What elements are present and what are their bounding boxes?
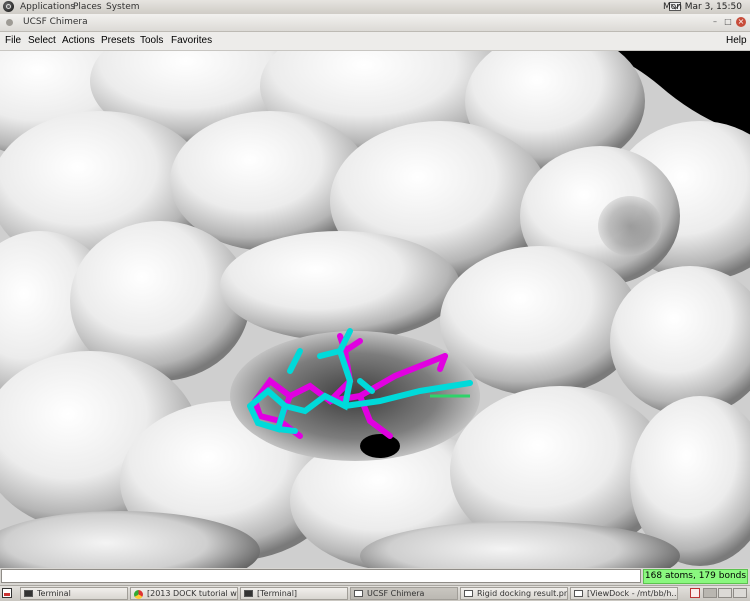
taskbar-item-label: Terminal	[37, 589, 71, 598]
chrome-icon	[134, 590, 143, 599]
window-icon	[574, 590, 583, 597]
applications-menu[interactable]: Applications	[20, 2, 75, 12]
taskbar-item-label: [Terminal]	[257, 589, 298, 598]
maximize-button[interactable]: □	[723, 17, 733, 27]
menu-bar: File Select Actions Presets Tools Favori…	[0, 32, 750, 51]
minimize-button[interactable]: –	[710, 17, 720, 27]
taskbar-item-terminal-2[interactable]: [Terminal]	[240, 587, 348, 600]
workspace-2[interactable]	[718, 588, 732, 598]
taskbar-item-terminal[interactable]: Terminal	[20, 587, 128, 600]
command-line-input[interactable]	[1, 569, 641, 583]
system-menu[interactable]: System	[106, 2, 140, 12]
menu-select[interactable]: Select	[28, 35, 56, 46]
places-menu[interactable]: Places	[73, 2, 102, 12]
taskbar-item-label: Rigid docking result.png	[477, 589, 568, 598]
taskbar-item-chimera[interactable]: UCSF Chimera	[350, 587, 458, 600]
menu-tools[interactable]: Tools	[140, 35, 163, 46]
show-desktop-icon[interactable]	[2, 588, 12, 598]
taskbar-item-viewdock[interactable]: [ViewDock - /mt/bb/h...	[570, 587, 678, 600]
protein-surface-render	[0, 51, 750, 568]
top-panel: Applications Places System Mon Mar 3, 15…	[0, 0, 750, 15]
trash-icon[interactable]	[690, 588, 700, 598]
taskbar-item-image[interactable]: Rigid docking result.png	[460, 587, 568, 600]
molecule-viewport[interactable]	[0, 51, 750, 568]
window-titlebar[interactable]: UCSF Chimera – □ ×	[0, 14, 750, 32]
window-title: UCSF Chimera	[23, 17, 88, 27]
close-button[interactable]: ×	[736, 17, 746, 27]
terminal-icon	[24, 590, 33, 597]
taskbar: Terminal [2013 DOCK tutorial w... [Termi…	[0, 585, 750, 601]
menu-presets[interactable]: Presets	[101, 35, 135, 46]
surface-lumps	[0, 51, 750, 568]
menu-actions[interactable]: Actions	[62, 35, 95, 46]
taskbar-item-label: UCSF Chimera	[367, 589, 425, 598]
ubuntu-logo-icon[interactable]	[3, 1, 14, 12]
menu-file[interactable]: File	[5, 35, 21, 46]
menu-favorites[interactable]: Favorites	[171, 35, 212, 46]
taskbar-item-label: [2013 DOCK tutorial w...	[147, 589, 238, 598]
terminal-icon	[244, 590, 253, 597]
image-icon	[464, 590, 473, 597]
window-icon	[354, 590, 363, 597]
workspace-1[interactable]	[703, 588, 717, 598]
taskbar-item-label: [ViewDock - /mt/bb/h...	[587, 589, 678, 598]
atoms-bonds-status: 168 atoms, 179 bonds	[643, 569, 748, 584]
workspace-3[interactable]	[733, 588, 747, 598]
taskbar-item-browser[interactable]: [2013 DOCK tutorial w...	[130, 587, 238, 600]
menu-help[interactable]: Help	[726, 35, 747, 46]
window-menu-icon[interactable]	[6, 19, 13, 26]
clock[interactable]: Mon Mar 3, 15:50	[663, 2, 742, 12]
